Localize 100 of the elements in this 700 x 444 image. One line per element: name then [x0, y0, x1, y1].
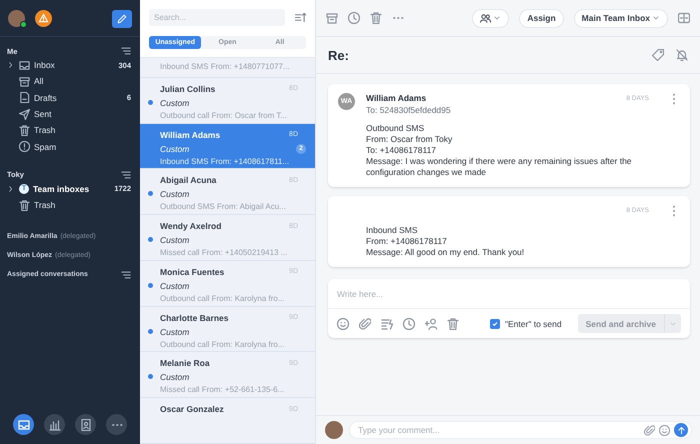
contact-name: Charlotte Barnes: [160, 312, 228, 323]
message-preview: Outbound call From: Karolyna fro...: [160, 340, 286, 349]
comment-field[interactable]: Type your comment...: [349, 421, 692, 439]
emoji-icon[interactable]: [659, 424, 670, 436]
sender-name: William Adams: [366, 93, 428, 103]
participants-dropdown[interactable]: [472, 8, 510, 28]
item-label: Drafts: [34, 92, 58, 103]
message-preview: Outbound call From: Oscar from T...: [160, 110, 288, 120]
message-line: Message: I was wondering if there were any remaining issues after the configuration changes we made: [366, 156, 633, 178]
send-comment-button[interactable]: [674, 423, 688, 437]
message-line: To: +14086178117: [366, 145, 438, 156]
bar-chart-nav-button[interactable]: [44, 414, 65, 435]
checkmark-icon: [492, 320, 498, 326]
unread-dot: [148, 191, 153, 196]
people-icon: [480, 12, 492, 24]
item-label: Trash: [34, 125, 56, 136]
paperclip-icon[interactable]: [359, 318, 371, 330]
message-preview: Outbound call From: Karolyna fro...: [160, 294, 286, 303]
clock-icon[interactable]: [403, 318, 415, 330]
trash-icon[interactable]: [447, 318, 459, 330]
document-icon: [19, 92, 30, 104]
online-status-dot: [20, 21, 27, 28]
add-user-icon[interactable]: [425, 318, 437, 330]
archive-icon: [19, 76, 30, 87]
trash-icon: [19, 200, 30, 211]
archive-icon[interactable]: [326, 12, 338, 24]
reply-input[interactable]: Write here...: [328, 279, 690, 308]
contact-card-icon: [80, 418, 92, 430]
snippet-icon[interactable]: [381, 318, 393, 330]
chevron-icon[interactable]: [7, 61, 15, 70]
compose-button[interactable]: [112, 10, 132, 28]
sidebar-item[interactable]: Spam: [0, 138, 140, 155]
item-label: Team inboxes: [33, 184, 90, 194]
trash-icon[interactable]: [370, 12, 382, 24]
item-label: Spam: [34, 142, 58, 152]
bell-off-icon[interactable]: [676, 49, 688, 61]
conversation-tag: Custom: [160, 372, 190, 382]
emoji-icon[interactable]: [337, 318, 349, 330]
paper-plane-icon: [19, 108, 30, 120]
inbox-dropdown[interactable]: Main Team Inbox: [574, 8, 668, 28]
user-avatar: [325, 421, 343, 439]
conversation-tag: Custom: [160, 326, 190, 337]
contact-name: Julian Collins: [160, 84, 216, 94]
unread-dot: [148, 100, 153, 105]
pencil-icon: [117, 14, 127, 24]
inbox-nav-button[interactable]: [13, 414, 34, 435]
warning-badge[interactable]: [35, 10, 52, 27]
contact-name: Abigail Acuna: [160, 175, 216, 186]
item-label: Inbox: [34, 60, 56, 70]
more-nav-button[interactable]: [106, 414, 127, 435]
panel-icon[interactable]: [678, 12, 690, 24]
filter-icon[interactable]: [121, 270, 131, 280]
conversation-tag: Custom: [160, 235, 190, 246]
filter-icon[interactable]: [121, 46, 131, 56]
conversation-tag: Custom: [160, 280, 190, 291]
inbox-icon: [18, 418, 30, 430]
caret-icon: [493, 14, 502, 22]
trash-icon: [19, 124, 30, 136]
user-avatar[interactable]: [8, 10, 25, 27]
contact-name: William Adams: [160, 130, 220, 140]
sidebar-item[interactable]: All: [0, 73, 140, 90]
unread-dot: [148, 328, 153, 334]
item-label: All: [34, 76, 44, 86]
checkbox[interactable]: [490, 318, 500, 328]
message-preview: Inbound SMS From: +1408617811...: [160, 156, 290, 166]
message-preview: Outbound SMS From: Abigail Acu...: [160, 202, 287, 212]
conversation-subject: Re:: [328, 48, 350, 62]
unread-dot: [148, 237, 153, 242]
sidebar-item[interactable]: Sent: [0, 106, 140, 122]
message-line: From: Oscar from Toky: [366, 134, 454, 145]
message-line: Inbound SMS: [366, 225, 419, 236]
conversation-tag: Custom: [160, 189, 190, 200]
search-field[interactable]: Search...: [149, 9, 285, 26]
message-line: Outbound SMS: [366, 123, 426, 134]
message-line: Message: All good on my end. Thank you!: [366, 247, 526, 258]
paperclip-icon[interactable]: [644, 424, 655, 436]
sidebar-item[interactable]: Trash: [0, 122, 140, 138]
unread-dot: [148, 374, 153, 380]
contact-name: Wendy Axelrod: [160, 221, 222, 232]
contact-card-nav-button[interactable]: [75, 414, 96, 435]
contact-name: Melanie Roa: [160, 358, 210, 368]
unread-dot: [148, 282, 153, 288]
clock-icon[interactable]: [348, 12, 360, 24]
conversation-tag: Custom: [160, 144, 190, 154]
arrow-up-icon: [676, 426, 686, 434]
enter-to-send-checkbox[interactable]: "Enter" to send: [490, 318, 562, 328]
recipient-text: To: 524830f5efdedd95: [366, 105, 452, 115]
sidebar-item[interactable]: Trash: [0, 197, 140, 214]
caret-icon: [652, 14, 660, 22]
message-preview: Inbound SMS From: +1480771077...: [160, 62, 291, 71]
caret-icon: [669, 320, 677, 328]
message-preview: Missed call From: +52-661-135-6...: [160, 385, 286, 394]
assign-button[interactable]: Assign: [519, 8, 564, 28]
filter-icon[interactable]: [121, 170, 131, 180]
chevron-icon[interactable]: [7, 184, 15, 193]
message-line: From: +14086178117: [366, 236, 448, 247]
sort-icon[interactable]: [295, 12, 306, 23]
item-label: Trash: [34, 200, 56, 210]
item-label: Sent: [34, 109, 52, 120]
tag-icon[interactable]: [652, 49, 664, 61]
